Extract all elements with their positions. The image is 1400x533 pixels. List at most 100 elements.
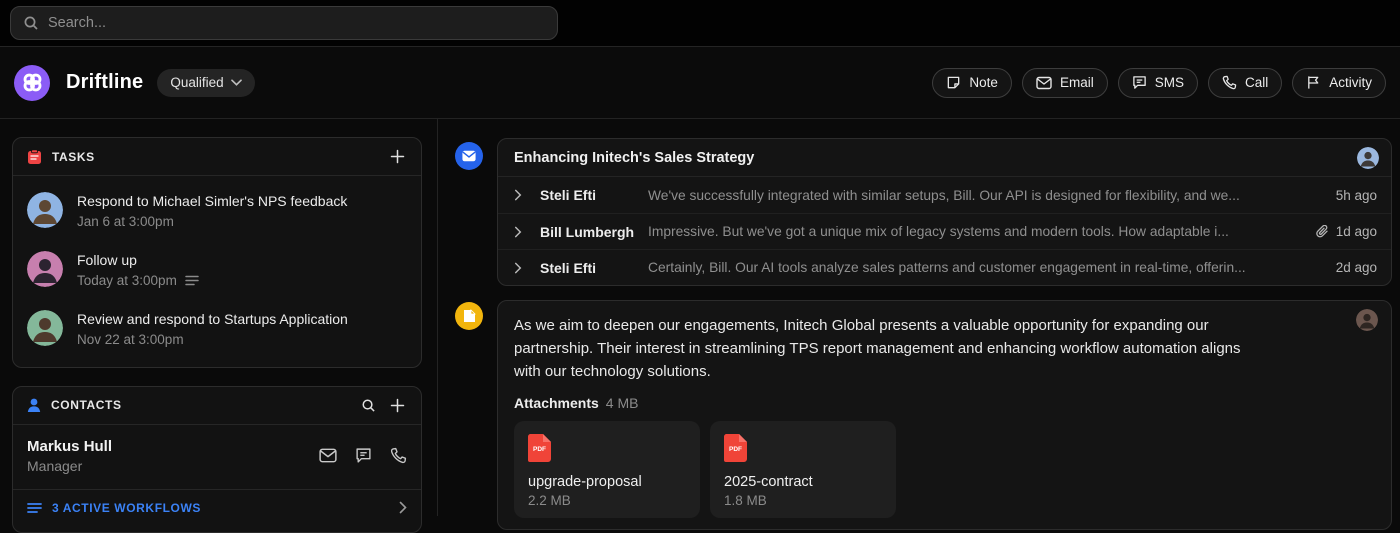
sms-icon [1132,75,1147,90]
add-contact-button[interactable] [388,396,407,415]
task-text: Respond to Michael Simler's NPS feedback… [77,192,347,229]
attachment-size: 1.8 MB [724,492,767,508]
task-note-lines-icon [185,275,199,286]
contacts-panel-overflow [13,526,421,532]
avatar [27,309,63,346]
task-row[interactable]: Review and respond to Startups Applicati… [13,299,421,358]
svg-text:PDF: PDF [729,446,742,453]
page-title: Driftline [66,71,144,93]
message-time: 5h ago [1335,187,1377,203]
message-sender: Bill Lumbergh [540,223,635,240]
add-task-button[interactable] [388,147,407,166]
attachment-card[interactable]: PDF upgrade-proposal 2.2 MB [514,420,700,518]
attachments-total-size: 4 MB [605,394,639,411]
contact-email-icon[interactable] [319,448,337,463]
call-button[interactable]: Call [1207,67,1283,98]
message-preview: Impressive. But we've got a unique mix o… [648,224,1229,239]
attachment-size: 2.2 MB [528,492,571,508]
contacts-panel-header: CONTACTS [13,387,421,425]
pdf-file-icon: PDF [528,433,686,462]
thread-subject: Enhancing Initech's Sales Strategy [514,149,755,166]
note-icon [946,75,961,90]
note-entry-icon [455,302,483,330]
note-button-label: Note [969,75,998,90]
note-card: As we aim to deepen our engagements, Ini… [497,300,1392,530]
message-sender: Steli Efti [540,259,597,276]
attachments-label: Attachments [514,394,599,411]
svg-text:PDF: PDF [533,446,546,453]
lead-header: Driftline Qualified Note Email SMS Call … [0,47,1400,119]
workflows-icon [27,502,42,514]
company-logo [14,64,50,101]
contact-row[interactable]: Markus Hull Manager [13,425,421,489]
email-button[interactable]: Email [1021,67,1108,98]
content-area: TASKS Respond to Michael Simler's NPS fe… [0,119,1400,533]
avatar [27,192,63,228]
search-contacts-button[interactable] [359,396,378,415]
task-due-date: Nov 22 at 3:00pm [77,331,184,347]
email-thread-icon [455,142,483,170]
contact-sms-icon[interactable] [355,447,372,464]
thread-header[interactable]: Enhancing Initech's Sales Strategy [498,139,1391,177]
tasks-panel-header: TASKS [13,138,421,176]
contact-text: Markus Hull Manager [27,438,112,474]
note-author-avatar [1356,309,1378,331]
pdf-file-icon: PDF [724,433,882,462]
message-time: 2d ago [1335,260,1377,275]
email-icon [1036,76,1052,90]
activity-button[interactable]: Activity [1292,67,1386,98]
tasks-panel: TASKS Respond to Michael Simler's NPS fe… [12,137,422,368]
task-title: Follow up [77,251,137,268]
chevron-right-icon [399,501,407,514]
contacts-panel: CONTACTS Markus Hull Manager 3 ACTIVE WO… [12,385,422,533]
expand-chevron-icon[interactable] [514,226,540,238]
sms-button-label: SMS [1154,75,1184,90]
paperclip-icon [1315,224,1329,239]
email-message-row[interactable]: Steli Efti We've successfully integrated… [498,177,1391,213]
attachment-card[interactable]: PDF 2025-contract 1.8 MB [710,420,896,518]
chevron-down-icon [230,79,242,86]
attachment-name: 2025-contract [724,473,813,490]
tasks-panel-title: TASKS [52,149,95,164]
message-sender: Steli Efti [540,187,597,203]
email-button-label: Email [1059,75,1094,90]
activity-timeline: Enhancing Initech's Sales Strategy Steli… [438,119,1400,530]
contacts-icon [27,398,41,413]
search-input[interactable]: Search... [10,6,558,40]
note-button[interactable]: Note [932,67,1012,98]
expand-chevron-icon[interactable] [514,189,540,201]
search-placeholder: Search... [48,15,107,31]
search-icon [23,15,39,31]
message-time: 1d ago [1335,224,1377,239]
tasks-icon [27,148,42,165]
active-workflows-link[interactable]: 3 ACTIVE WORKFLOWS [13,488,421,526]
contacts-panel-title: CONTACTS [51,398,122,413]
contact-name: Markus Hull [27,437,113,455]
attachment-list: PDF upgrade-proposal 2.2 MB PDF 2025-con… [514,420,1375,518]
activity-button-label: Activity [1329,75,1372,90]
task-due-date: Jan 6 at 3:00pm [77,213,174,229]
activity-flag-icon [1306,75,1321,90]
expand-chevron-icon[interactable] [514,262,540,274]
message-preview: Certainly, Bill. Our AI tools analyze sa… [648,260,1246,275]
sidebar: TASKS Respond to Michael Simler's NPS fe… [0,119,438,533]
task-due-text: Today at 3:00pm [77,272,177,288]
email-message-row[interactable]: Bill Lumbergh Impressive. But we've got … [498,213,1391,249]
task-row[interactable]: Respond to Michael Simler's NPS feedback… [13,181,421,240]
attachments-header: Attachments 4 MB [514,395,1375,411]
task-list: Respond to Michael Simler's NPS feedback… [13,176,421,367]
workflows-label: 3 ACTIVE WORKFLOWS [52,500,202,515]
thread-participant-avatar [1357,146,1379,169]
call-icon [1222,75,1237,90]
action-buttons: Note Email SMS Call Activity [932,67,1386,98]
status-dropdown[interactable]: Qualified [157,68,255,97]
contact-call-icon[interactable] [390,447,407,464]
message-meta: 1d ago [1315,224,1377,239]
sms-button[interactable]: SMS [1117,67,1198,98]
task-row[interactable]: Follow up Today at 3:00pm [13,240,421,299]
contact-role: Manager [27,457,83,474]
email-message-row[interactable]: Steli Efti Certainly, Bill. Our AI tools… [498,249,1391,285]
status-dropdown-value: Qualified [170,75,224,90]
task-text: Follow up Today at 3:00pm [77,251,199,288]
call-button-label: Call [1244,75,1269,90]
